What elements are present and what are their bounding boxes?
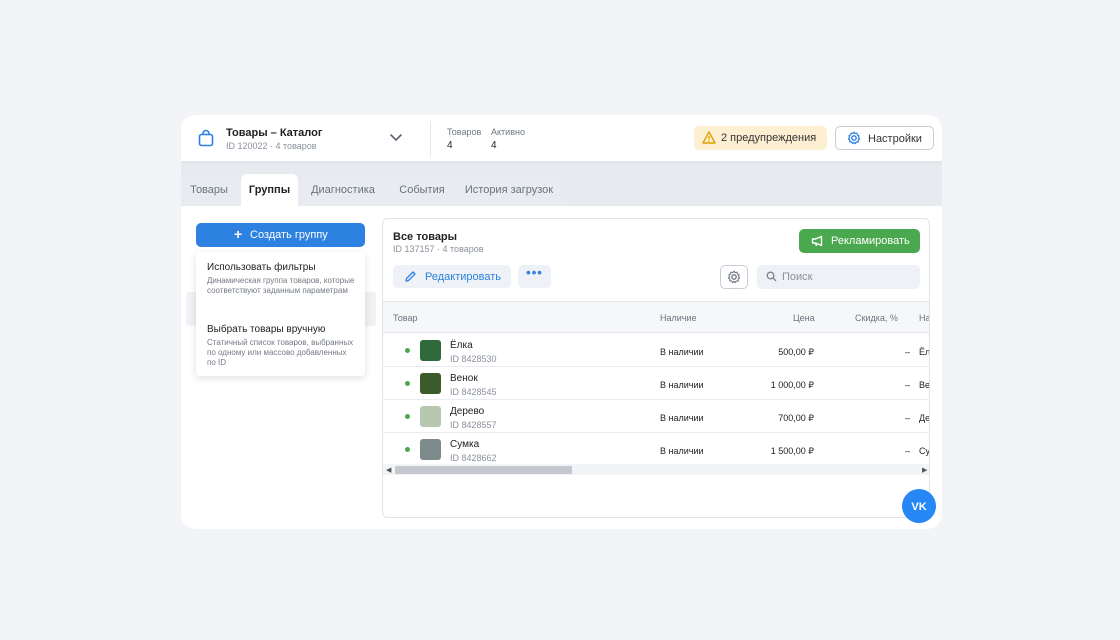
product-id: ID 8428530 <box>450 354 497 364</box>
chevron-down-icon[interactable] <box>389 132 403 142</box>
product-id: ID 8428557 <box>450 420 497 430</box>
edit-label: Редактировать <box>425 271 501 283</box>
vk-chat-button[interactable]: VK <box>902 489 936 523</box>
price-cell: 500,00 ₽ <box>778 347 814 357</box>
promote-button[interactable]: Рекламировать <box>799 229 920 253</box>
extra-cell: Де <box>919 413 930 423</box>
stat-active-label: Активно <box>491 127 525 137</box>
product-name: Ёлка <box>450 340 473 351</box>
menu-item-manual-select[interactable]: Выбрать товары вручную <box>207 324 325 335</box>
status-dot <box>405 381 410 386</box>
more-button[interactable]: ••• <box>518 265 551 288</box>
extra-cell: Ве <box>919 380 930 390</box>
stat-products-label: Товаров <box>447 127 482 137</box>
table-row[interactable]: Венок ID 8428545 В наличии 1 000,00 ₽ – Ве <box>383 367 930 400</box>
discount-cell: – <box>904 347 910 357</box>
stat-active-value: 4 <box>491 140 497 151</box>
warnings-button[interactable]: 2 предупреждения <box>694 126 827 150</box>
warnings-label: 2 предупреждения <box>721 132 817 144</box>
search-field[interactable] <box>757 265 920 289</box>
catalog-header: Товары – Каталог ID 120022 · 4 товаров Т… <box>181 115 942 162</box>
menu-item-use-filters-description: Динамическая группа товаров, которые соо… <box>207 276 355 295</box>
tab-groups[interactable]: Группы <box>241 174 298 206</box>
table-row[interactable]: Сумка ID 8428662 В наличии 1 500,00 ₽ – Су <box>383 433 930 466</box>
status-dot <box>405 447 410 452</box>
scroll-right-arrow-icon[interactable]: ▶ <box>922 466 927 474</box>
stat-products-value: 4 <box>447 140 453 151</box>
gear-icon <box>727 270 741 284</box>
header-divider <box>430 121 431 157</box>
tab-events[interactable]: События <box>388 174 456 206</box>
product-thumbnail <box>420 373 441 394</box>
edit-button[interactable]: Редактировать <box>393 265 511 288</box>
product-name: Сумка <box>450 439 480 450</box>
group-panel: Все товары ID 137157 · 4 товаров Реклами… <box>382 218 930 518</box>
svg-text:VK: VK <box>911 501 926 513</box>
discount-cell: – <box>904 446 910 456</box>
product-name: Венок <box>450 373 478 384</box>
availability-cell: В наличии <box>660 446 704 456</box>
product-id: ID 8428545 <box>450 387 497 397</box>
availability-cell: В наличии <box>660 413 704 423</box>
pencil-icon <box>405 271 416 282</box>
table-row[interactable]: Ёлка ID 8428530 В наличии 500,00 ₽ – Ёл <box>383 334 930 367</box>
status-dot <box>405 348 410 353</box>
tab-products[interactable]: Товары <box>181 174 237 206</box>
product-thumbnail <box>420 439 441 460</box>
column-header-discount[interactable]: Скидка, % <box>855 313 898 323</box>
scroll-left-arrow-icon[interactable]: ◀ <box>386 466 391 474</box>
gear-icon <box>847 131 861 145</box>
availability-cell: В наличии <box>660 347 704 357</box>
create-group-menu: Использовать фильтры Динамическая группа… <box>196 252 365 376</box>
menu-item-manual-select-description: Статичный список товаров, выбранных по о… <box>207 338 354 367</box>
catalog-title: Товары – Каталог <box>226 127 323 139</box>
extra-cell: Ёл <box>919 347 930 357</box>
horizontal-scrollbar[interactable]: ◀ ▶ <box>383 464 929 475</box>
product-name: Дерево <box>450 406 485 417</box>
warning-icon <box>702 131 716 144</box>
status-dot <box>405 414 410 419</box>
menu-item-use-filters[interactable]: Использовать фильтры <box>207 262 316 273</box>
settings-button[interactable]: Настройки <box>835 126 934 150</box>
availability-cell: В наличии <box>660 380 704 390</box>
table-header: Товар Наличие Цена Скидка, % На <box>383 301 929 333</box>
extra-cell: Су <box>919 446 930 456</box>
create-group-button[interactable]: + Создать группу <box>196 223 365 247</box>
product-id: ID 8428662 <box>450 453 497 463</box>
bag-icon <box>198 129 214 147</box>
promote-label: Рекламировать <box>831 235 910 247</box>
price-cell: 700,00 ₽ <box>778 413 814 423</box>
product-thumbnail <box>420 340 441 361</box>
scrollbar-thumb[interactable] <box>395 466 572 474</box>
megaphone-icon <box>811 235 823 247</box>
table-row[interactable]: Дерево ID 8428557 В наличии 700,00 ₽ – Де <box>383 400 930 433</box>
price-cell: 1 000,00 ₽ <box>770 380 814 390</box>
discount-cell: – <box>904 380 910 390</box>
groups-content: + Создать группу Использовать фильтры Ди… <box>181 206 942 529</box>
search-icon <box>766 271 777 282</box>
column-header-price[interactable]: Цена <box>793 313 815 323</box>
tab-diagnostics[interactable]: Диагностика <box>302 174 384 206</box>
group-subtitle: ID 137157 · 4 товаров <box>393 244 484 254</box>
vk-logo-icon: VK <box>911 501 926 513</box>
create-group-label: Создать группу <box>250 229 328 241</box>
group-title: Все товары <box>393 231 458 243</box>
column-header-availability[interactable]: Наличие <box>660 313 697 323</box>
search-input[interactable] <box>782 268 912 286</box>
settings-label: Настройки <box>868 133 922 145</box>
catalog-subtitle: ID 120022 · 4 товаров <box>226 141 317 151</box>
column-header-product[interactable]: Товар <box>393 313 418 323</box>
column-header-extra[interactable]: На <box>919 313 929 323</box>
product-thumbnail <box>420 406 441 427</box>
table-settings-button[interactable] <box>720 265 748 289</box>
plus-icon: + <box>234 226 243 242</box>
app-window: Товары – Каталог ID 120022 · 4 товаров Т… <box>181 115 942 529</box>
price-cell: 1 500,00 ₽ <box>770 446 814 456</box>
tab-upload-history[interactable]: История загрузок <box>455 174 563 206</box>
discount-cell: – <box>904 413 910 423</box>
